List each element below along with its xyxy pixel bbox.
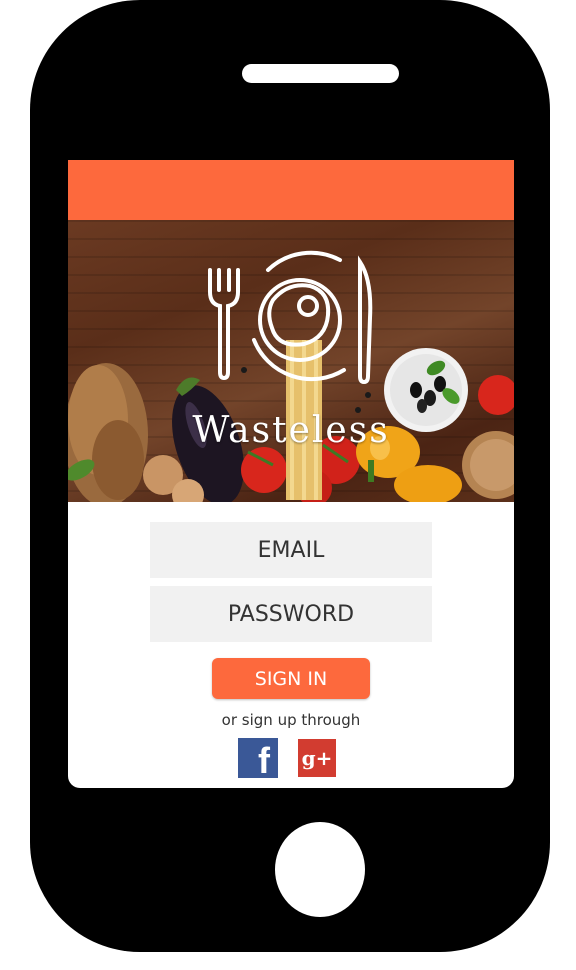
- top-bar: [68, 160, 514, 220]
- tomato: [478, 375, 514, 415]
- password-field[interactable]: PASSWORD: [150, 586, 432, 642]
- sign-in-button[interactable]: SIGN IN: [212, 658, 370, 699]
- brand-name: Wasteless: [192, 410, 390, 451]
- facebook-icon[interactable]: f: [238, 738, 278, 779]
- signup-prompt: or sign up through: [221, 711, 361, 729]
- tomato: [241, 447, 287, 493]
- food-illustration: [68, 250, 514, 502]
- email-field[interactable]: EMAIL: [150, 522, 432, 578]
- phone-speaker: [242, 64, 399, 83]
- google-plus-icon[interactable]: g+: [298, 739, 336, 777]
- phone-home-button[interactable]: [275, 822, 365, 917]
- hero-image: Wasteless: [68, 220, 514, 502]
- app-screen: Wasteless EMAIL PASSWORD SIGN IN or sign…: [68, 160, 514, 788]
